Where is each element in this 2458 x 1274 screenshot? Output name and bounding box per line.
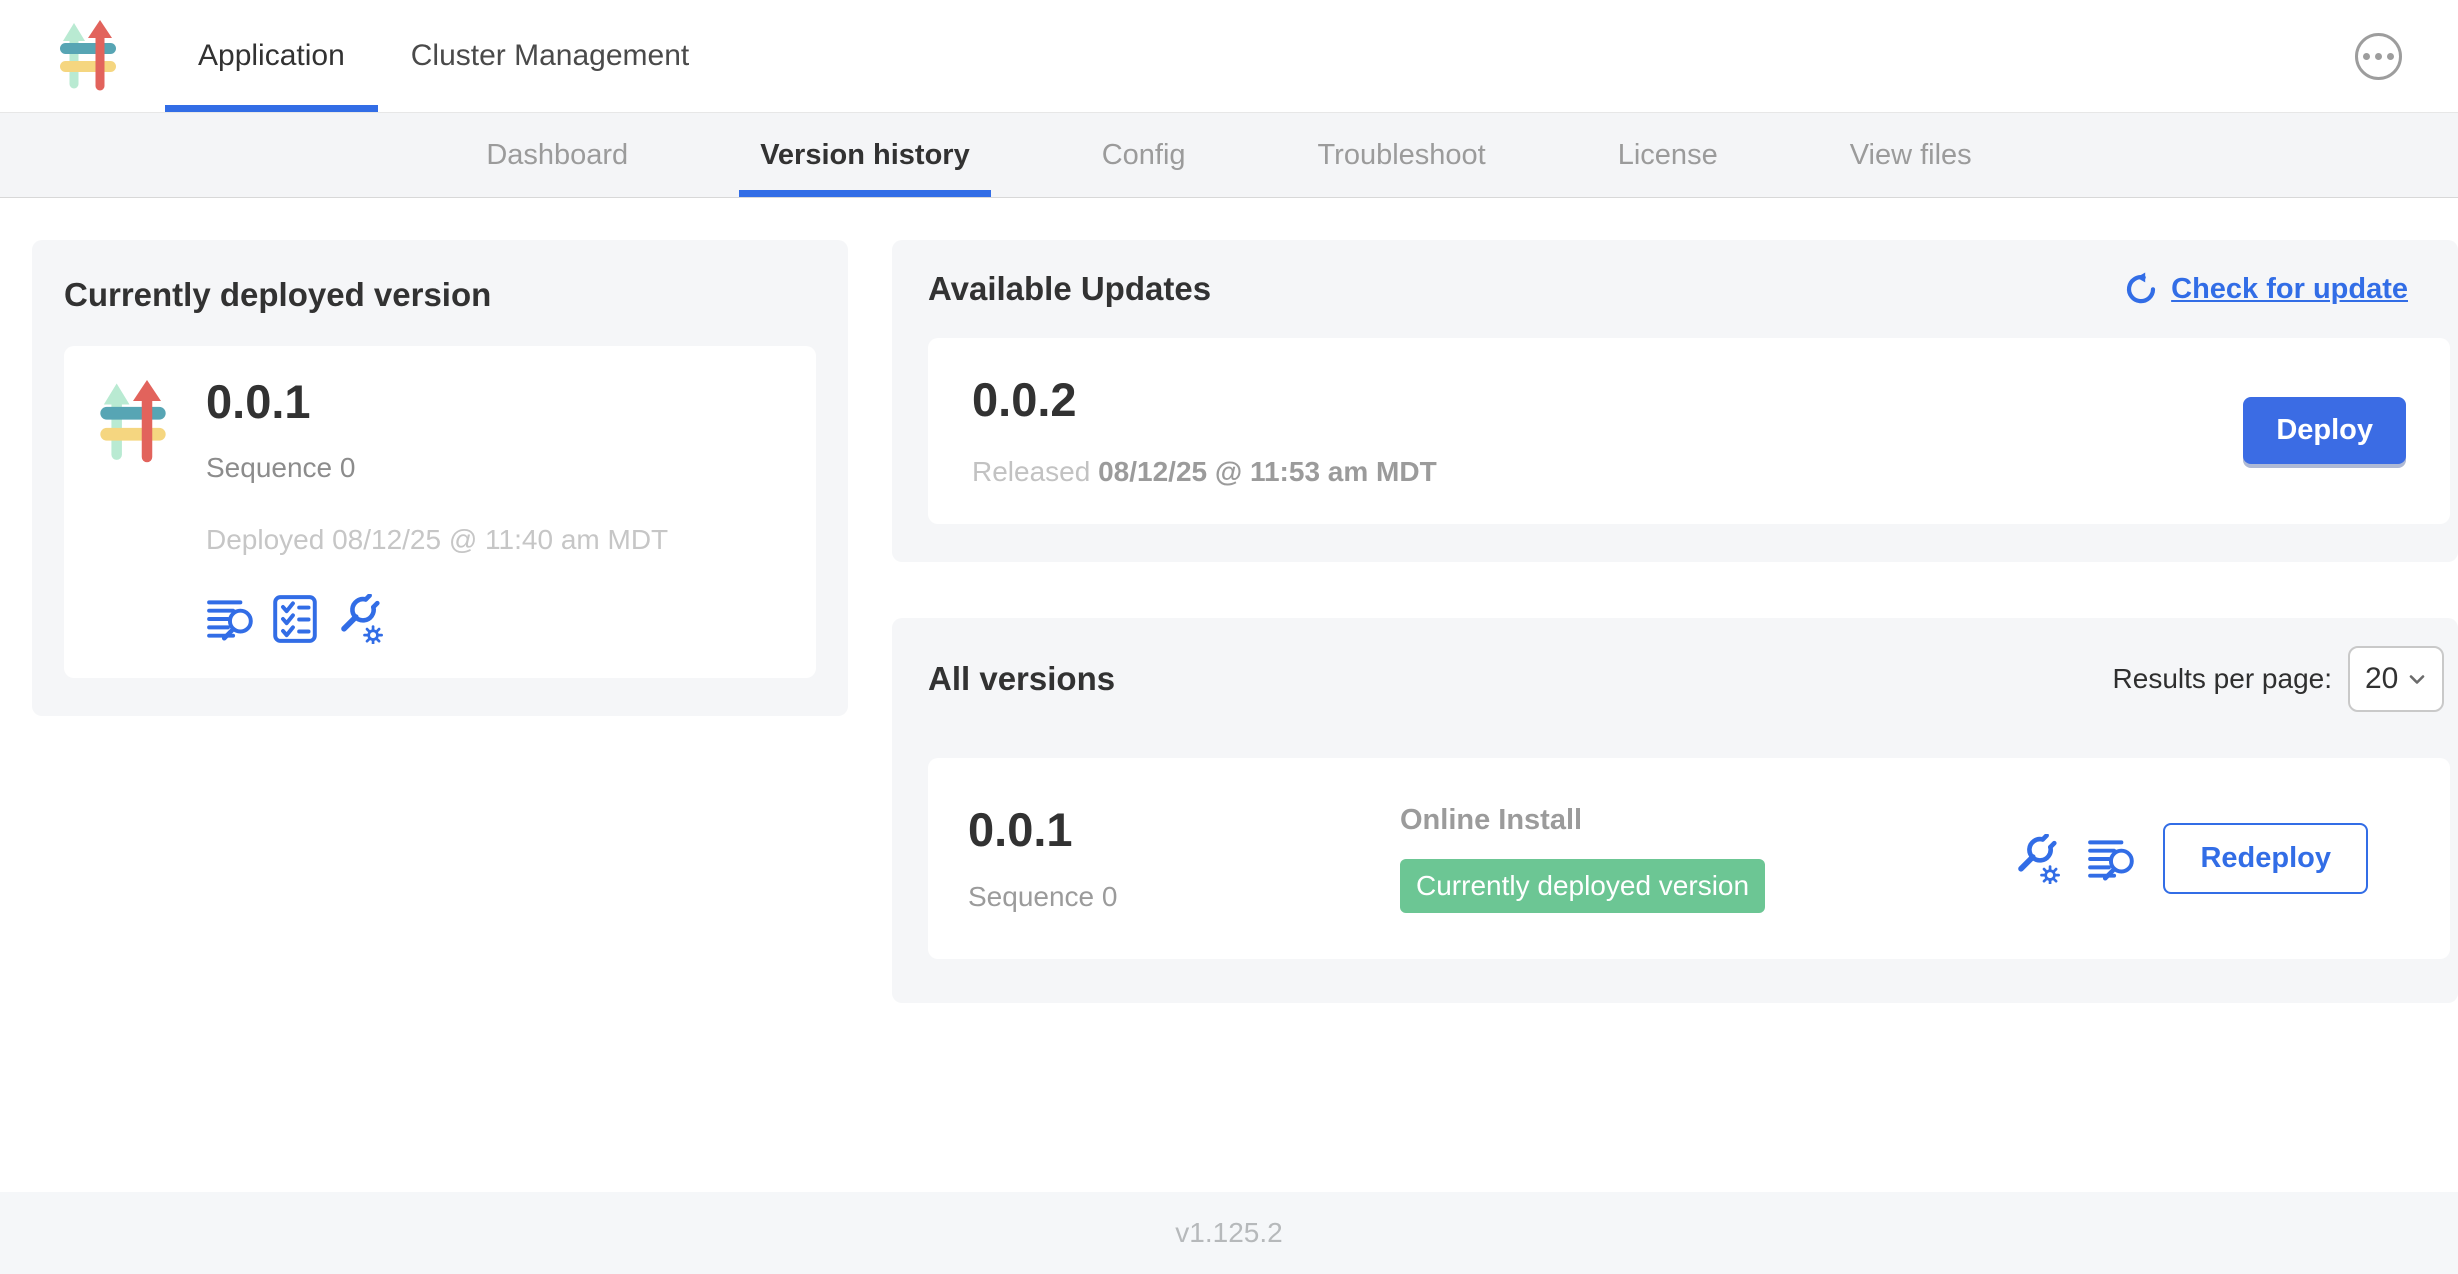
tab-application[interactable]: Application bbox=[165, 0, 378, 112]
deployed-card-title: Currently deployed version bbox=[64, 276, 816, 314]
tab-license[interactable]: License bbox=[1597, 113, 1739, 197]
deploy-logs-icon[interactable] bbox=[2087, 834, 2137, 884]
available-updates-title: Available Updates bbox=[928, 270, 1211, 308]
app-logo-icon bbox=[96, 380, 170, 464]
admin-console-page: Application Cluster Management Dashboard… bbox=[0, 0, 2458, 1274]
tab-version-history[interactable]: Version history bbox=[739, 113, 991, 197]
update-released-timestamp: Released 08/12/25 @ 11:53 am MDT bbox=[972, 456, 1437, 488]
available-updates-card: Available Updates Check for update 0.0.2… bbox=[892, 240, 2458, 562]
ellipsis-menu-icon[interactable] bbox=[2355, 33, 2402, 80]
app-subnav: Dashboard Version history Config Trouble… bbox=[0, 113, 2458, 198]
top-header: Application Cluster Management bbox=[0, 0, 2458, 113]
tab-view-files[interactable]: View files bbox=[1829, 113, 1993, 197]
install-type-label: Online Install bbox=[1400, 804, 2011, 837]
chevron-down-icon bbox=[2405, 667, 2429, 691]
versions-column: Available Updates Check for update 0.0.2… bbox=[892, 240, 2458, 1003]
edit-config-icon[interactable] bbox=[334, 594, 384, 644]
update-info: 0.0.2 Released 08/12/25 @ 11:53 am MDT bbox=[972, 374, 1437, 488]
page-footer: v1.125.2 bbox=[0, 1192, 2458, 1274]
deploy-logs-icon[interactable] bbox=[206, 594, 256, 644]
version-row-actions: Redeploy bbox=[2011, 823, 2368, 894]
deployed-actions bbox=[206, 594, 668, 644]
console-version: v1.125.2 bbox=[1175, 1217, 1282, 1249]
row-sequence: Sequence 0 bbox=[968, 881, 1400, 913]
check-for-update-link[interactable]: Check for update bbox=[2123, 271, 2408, 307]
released-label: Released bbox=[972, 456, 1090, 487]
tab-cluster-management[interactable]: Cluster Management bbox=[378, 0, 722, 112]
tab-config[interactable]: Config bbox=[1081, 113, 1207, 197]
all-versions-card: All versions Results per page: 20 0.0 bbox=[892, 618, 2458, 1004]
status-badge: Currently deployed version bbox=[1400, 859, 1765, 913]
redeploy-button[interactable]: Redeploy bbox=[2163, 823, 2368, 894]
results-per-page-value: 20 bbox=[2365, 662, 2398, 696]
check-for-update-label: Check for update bbox=[2171, 273, 2408, 306]
currently-deployed-card: Currently deployed version 0.0.1 Sequenc… bbox=[32, 240, 848, 716]
results-per-page-label: Results per page: bbox=[2113, 663, 2332, 695]
deployed-version-card: 0.0.1 Sequence 0 Deployed 08/12/25 @ 11:… bbox=[64, 346, 816, 678]
preflight-checks-icon[interactable] bbox=[270, 594, 320, 644]
deployed-timestamp: Deployed 08/12/25 @ 11:40 am MDT bbox=[206, 524, 668, 556]
tab-troubleshoot[interactable]: Troubleshoot bbox=[1297, 113, 1507, 197]
edit-config-icon[interactable] bbox=[2011, 834, 2061, 884]
update-version-number: 0.0.2 bbox=[972, 374, 1437, 426]
version-row-status: Online Install Currently deployed versio… bbox=[1400, 804, 2011, 913]
deployed-version-number: 0.0.1 bbox=[206, 376, 668, 428]
version-row-info: 0.0.1 Sequence 0 bbox=[968, 804, 1400, 914]
row-version-number: 0.0.1 bbox=[968, 804, 1400, 856]
all-versions-title: All versions bbox=[928, 660, 1115, 698]
version-row: 0.0.1 Sequence 0 Online Install Currentl… bbox=[928, 758, 2450, 960]
app-logo-icon bbox=[57, 20, 119, 92]
tab-dashboard[interactable]: Dashboard bbox=[465, 113, 649, 197]
deployed-version-info: 0.0.1 Sequence 0 Deployed 08/12/25 @ 11:… bbox=[206, 376, 668, 644]
main-content: Currently deployed version 0.0.1 Sequenc… bbox=[0, 198, 2458, 1192]
refresh-icon bbox=[2123, 271, 2159, 307]
released-date: 08/12/25 @ 11:53 am MDT bbox=[1098, 456, 1437, 487]
results-per-page-select[interactable]: 20 bbox=[2348, 646, 2444, 712]
app-level-tabs: Application Cluster Management bbox=[165, 0, 722, 112]
deployed-column: Currently deployed version 0.0.1 Sequenc… bbox=[32, 240, 848, 716]
deploy-button[interactable]: Deploy bbox=[2243, 397, 2406, 464]
deployed-sequence: Sequence 0 bbox=[206, 452, 668, 484]
results-per-page-control: Results per page: 20 bbox=[2113, 646, 2444, 712]
update-row: 0.0.2 Released 08/12/25 @ 11:53 am MDT D… bbox=[928, 338, 2450, 524]
